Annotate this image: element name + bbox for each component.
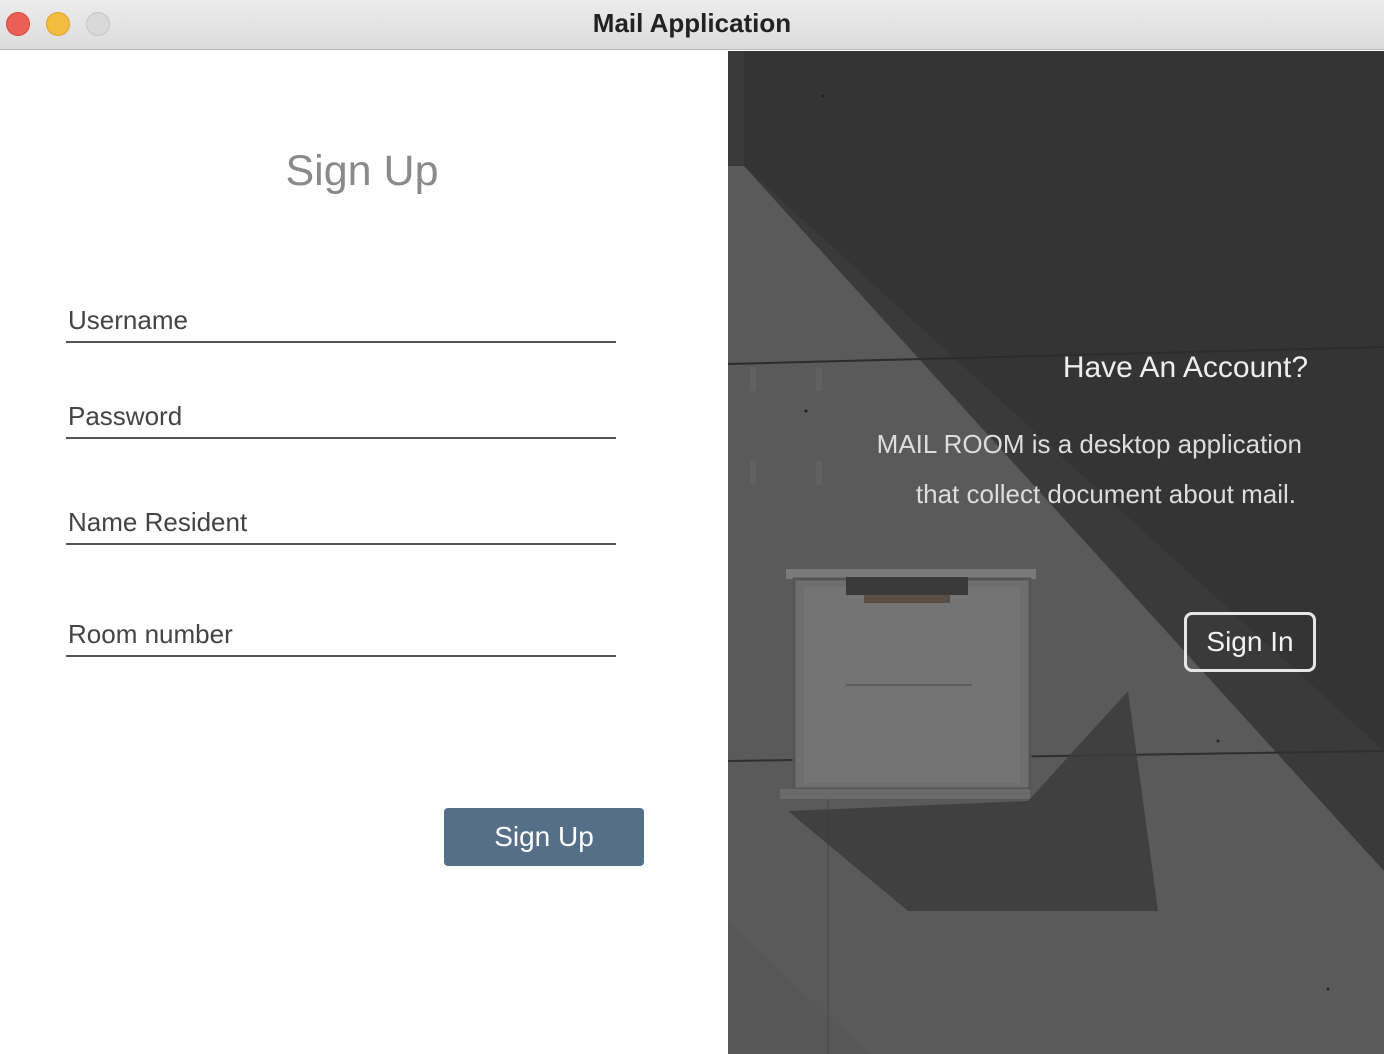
have-account-heading: Have An Account? bbox=[1062, 351, 1308, 384]
username-field bbox=[66, 299, 616, 343]
signin-button[interactable]: Sign In bbox=[1184, 612, 1316, 672]
room-number-input[interactable] bbox=[66, 613, 616, 655]
room-number-field bbox=[66, 613, 616, 657]
title-bar: Mail Application bbox=[0, 0, 1384, 50]
app-description-line-2: that collect document about mail. bbox=[915, 479, 1296, 509]
app-window: Mail Application Sign Up Sign Up bbox=[0, 0, 1384, 1054]
form-title: Sign Up bbox=[0, 147, 728, 196]
mailbox-wall-background-image bbox=[728, 51, 1384, 1054]
sign-in-side-panel: Have An Account? MAIL ROOM is a desktop … bbox=[728, 51, 1384, 1054]
username-input[interactable] bbox=[66, 299, 616, 341]
signup-button[interactable]: Sign Up bbox=[444, 808, 644, 866]
signup-panel: Sign Up Sign Up bbox=[0, 51, 728, 1054]
app-description-line-1: MAIL ROOM is a desktop application bbox=[876, 429, 1302, 459]
window-title: Mail Application bbox=[592, 8, 792, 38]
name-resident-input[interactable] bbox=[66, 501, 616, 543]
name-resident-field bbox=[66, 501, 616, 545]
password-input[interactable] bbox=[66, 395, 616, 437]
form-title-text: Sign Up bbox=[285, 147, 439, 195]
password-field bbox=[66, 395, 616, 439]
